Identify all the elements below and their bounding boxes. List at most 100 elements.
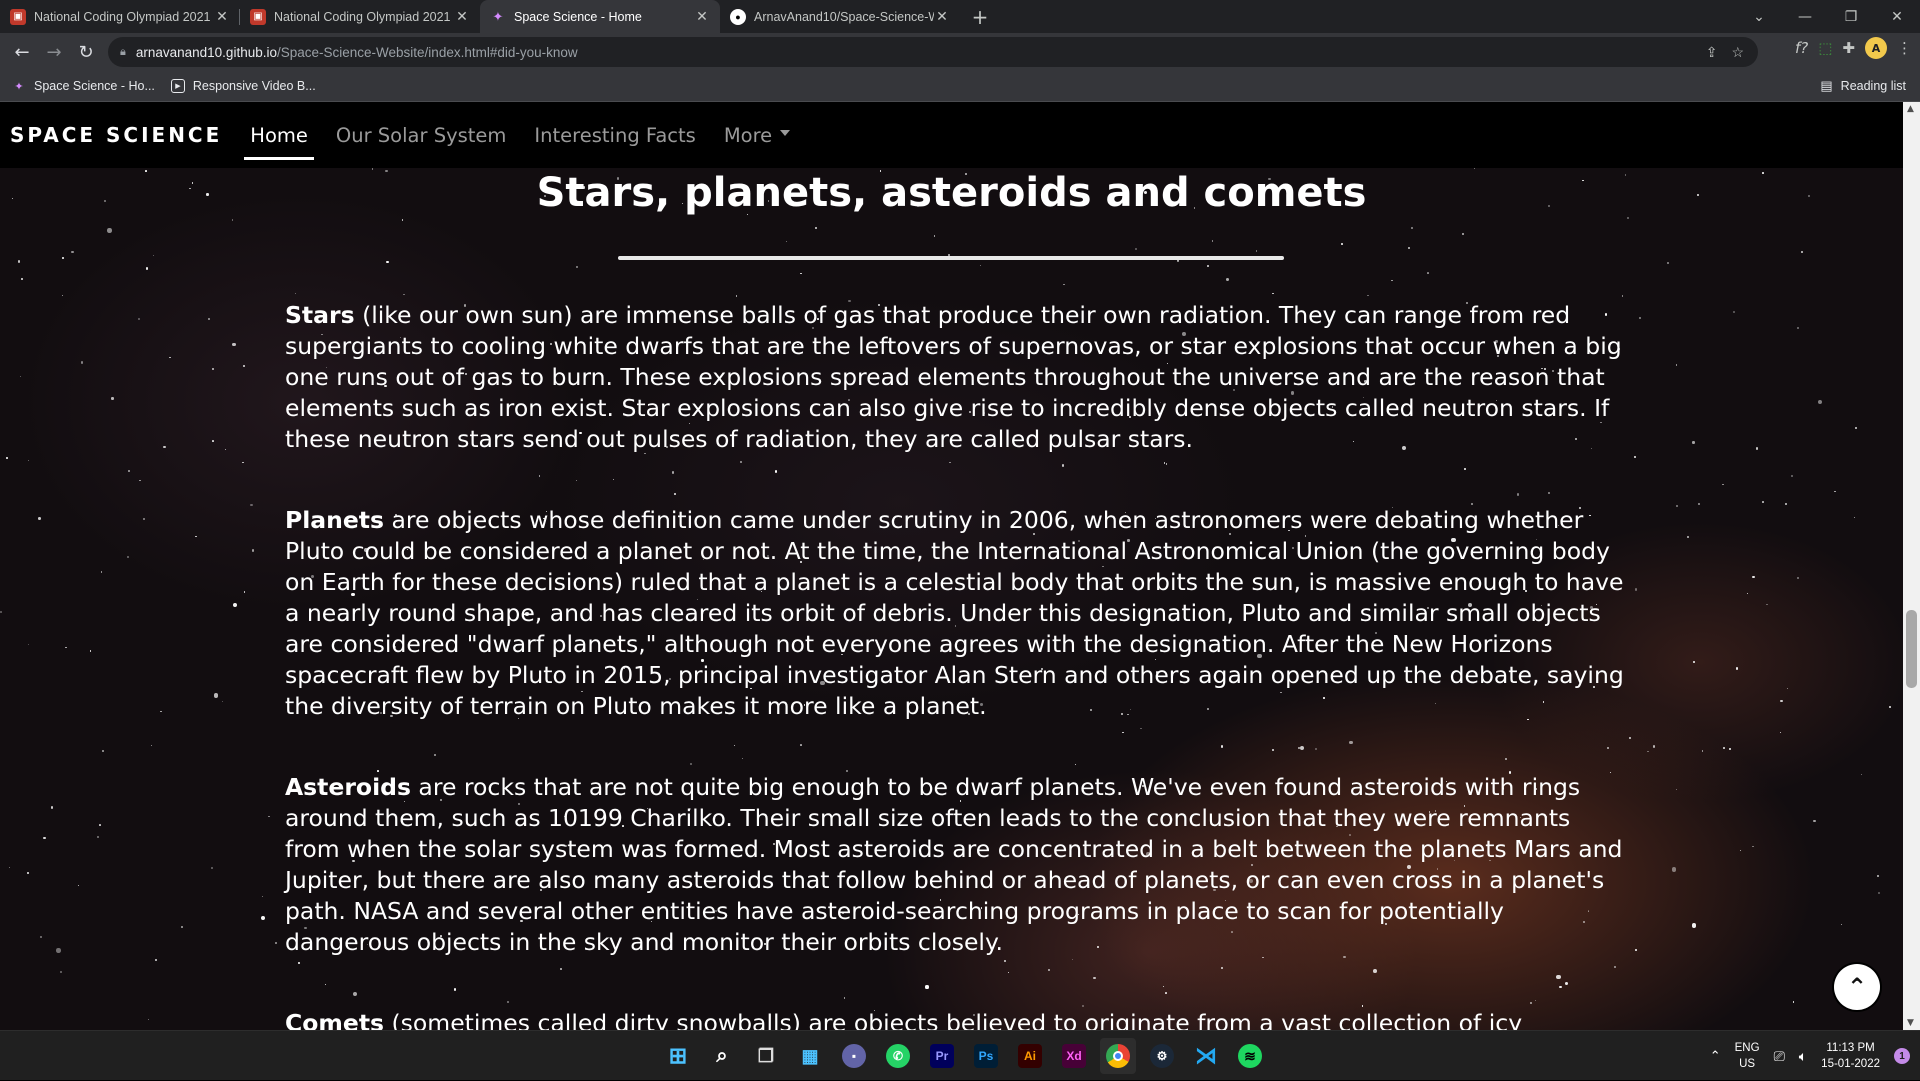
star-dot [59, 970, 62, 973]
teams-chat-button[interactable]: ▪ [836, 1038, 872, 1074]
star-dot [1697, 502, 1701, 505]
olympiad-favicon-icon: ▣ [250, 8, 266, 25]
clock[interactable]: 11:13 PM 15-01-2022 [1821, 1040, 1880, 1072]
illustrator-button[interactable]: Ai [1012, 1038, 1048, 1074]
start-button[interactable]: ⊞ [660, 1038, 696, 1074]
extensions-icon[interactable]: ✚ [1842, 39, 1855, 57]
tab-search-icon[interactable]: ⌄ [1736, 0, 1782, 33]
term-stars: Stars [285, 301, 355, 329]
browser-tab-active[interactable]: ✦ Space Science - Home ✕ [480, 0, 720, 33]
star-dot [1752, 845, 1754, 848]
menu-kebab-icon[interactable]: ⋮ [1897, 39, 1912, 57]
star-dot [1692, 660, 1696, 663]
forward-icon[interactable]: → [38, 36, 70, 68]
star-dot [212, 368, 215, 371]
chrome-button[interactable] [1100, 1038, 1136, 1074]
video-favicon-icon: ▶ [170, 79, 185, 93]
star-dot [155, 959, 158, 962]
reload-icon[interactable]: ↻ [70, 36, 102, 68]
task-view-button[interactable]: ❐ [748, 1038, 784, 1074]
bookmark-item[interactable]: ▶ Responsive Video B... [170, 79, 316, 93]
star-dot [1723, 747, 1726, 749]
browser-tab[interactable]: ▣ National Coding Olympiad 2021 ✕ [0, 0, 240, 33]
star-dot [242, 461, 244, 464]
star-dot [5, 457, 8, 460]
star-dot [1135, 248, 1138, 251]
photoshop-icon: Ps [974, 1044, 998, 1068]
minimize-button[interactable]: — [1782, 0, 1828, 33]
star-dot [1211, 240, 1213, 242]
star-dot [815, 226, 818, 229]
star-dot [1634, 588, 1638, 591]
profile-avatar[interactable]: A [1865, 37, 1887, 59]
browser-tab[interactable]: ● ArnavAnand10/Space-Science-W ✕ [720, 0, 960, 33]
close-tab-icon[interactable]: ✕ [934, 8, 950, 25]
photoshop-button[interactable]: Ps [968, 1038, 1004, 1074]
star-dot [77, 884, 80, 887]
system-tray: ⌃ ENG US ⎚ 🔈︎ 11:13 PM 15-01-2022 1 [1710, 1031, 1910, 1081]
premiere-button[interactable]: Pr [924, 1038, 960, 1074]
page-scrollbar[interactable]: ▲ ▼ [1903, 102, 1920, 1030]
windows-taskbar: ⊞ ⌕ ❐ ▦ ▪ ✆ Pr Ps Ai Xd ⚙ ⋊ ≋ ⌃ ENG US ⎚… [0, 1030, 1920, 1080]
formula-extension-icon[interactable]: f? [1795, 39, 1808, 57]
xd-button[interactable]: Xd [1056, 1038, 1092, 1074]
star-dot [1675, 364, 1678, 366]
nav-solar-system[interactable]: Our Solar System [330, 102, 513, 168]
star-dot [1462, 233, 1465, 236]
nav-home[interactable]: Home [244, 102, 314, 168]
reading-list-button[interactable]: ▤ Reading list [1820, 78, 1906, 94]
share-icon[interactable]: ⇪ [1706, 44, 1718, 61]
restore-button[interactable]: ❐ [1828, 0, 1874, 33]
back-to-top-button[interactable]: ⌃ [1834, 964, 1880, 1010]
whatsapp-button[interactable]: ✆ [880, 1038, 916, 1074]
close-tab-icon[interactable]: ✕ [454, 8, 470, 25]
screenshot-extension-icon[interactable]: ⬚ [1818, 39, 1832, 57]
scroll-up-icon[interactable]: ▲ [1907, 104, 1914, 114]
notification-badge[interactable]: 1 [1894, 1048, 1910, 1064]
lock-icon[interactable]: 🔒︎ [120, 46, 126, 59]
star-dot [1780, 699, 1783, 702]
chevron-up-icon[interactable]: ⌃ [1710, 1048, 1721, 1064]
back-icon[interactable]: ← [6, 36, 38, 68]
star-dot [147, 1018, 150, 1020]
star-dot [1729, 747, 1732, 750]
star-dot [1639, 316, 1642, 319]
close-tab-icon[interactable]: ✕ [214, 8, 230, 25]
star-dot [1676, 504, 1679, 507]
widgets-button[interactable]: ▦ [792, 1038, 828, 1074]
star-dot [1634, 455, 1637, 458]
new-tab-button[interactable]: + [966, 0, 994, 33]
tab-title: National Coding Olympiad 2021 [274, 9, 451, 24]
star-dot [933, 235, 935, 237]
language-indicator[interactable]: ENG US [1735, 1040, 1760, 1072]
browser-tab[interactable]: ▣ National Coding Olympiad 2021 ✕ [240, 0, 480, 33]
spotify-icon: ≋ [1238, 1044, 1262, 1068]
vscode-button[interactable]: ⋊ [1188, 1038, 1224, 1074]
address-bar[interactable]: 🔒︎ arnavanand10.github.io/Space-Science-… [108, 37, 1758, 67]
star-dot [1627, 216, 1630, 219]
bookmark-star-icon[interactable]: ☆ [1731, 44, 1744, 61]
star-dot [250, 503, 253, 507]
nav-interesting-facts[interactable]: Interesting Facts [528, 102, 701, 168]
scrollbar-thumb[interactable] [1906, 610, 1917, 688]
spotify-button[interactable]: ≋ [1232, 1038, 1268, 1074]
scroll-down-icon[interactable]: ▼ [1907, 1018, 1914, 1028]
star-dot [232, 342, 236, 347]
close-window-button[interactable]: ✕ [1874, 0, 1920, 33]
bookmark-item[interactable]: ✦ Space Science - Ho... [12, 79, 155, 93]
nav-more-dropdown[interactable]: More [718, 102, 796, 168]
steam-button[interactable]: ⚙ [1144, 1038, 1180, 1074]
star-dot [80, 361, 84, 364]
star-dot [1407, 247, 1410, 250]
star-dot [268, 815, 270, 818]
star-dot [1340, 243, 1343, 246]
site-brand[interactable]: SPACE SCIENCE [10, 123, 222, 147]
star-dot [1796, 327, 1799, 330]
search-icon: ⌕ [716, 1044, 728, 1067]
star-dot [1692, 923, 1697, 928]
network-icon[interactable]: ⎚ [1774, 1048, 1785, 1065]
close-tab-icon[interactable]: ✕ [694, 8, 710, 25]
volume-icon[interactable]: 🔈︎ [1799, 1048, 1807, 1065]
paragraph-stars: Stars (like our own sun) are immense bal… [285, 300, 1625, 455]
search-button[interactable]: ⌕ [704, 1038, 740, 1074]
